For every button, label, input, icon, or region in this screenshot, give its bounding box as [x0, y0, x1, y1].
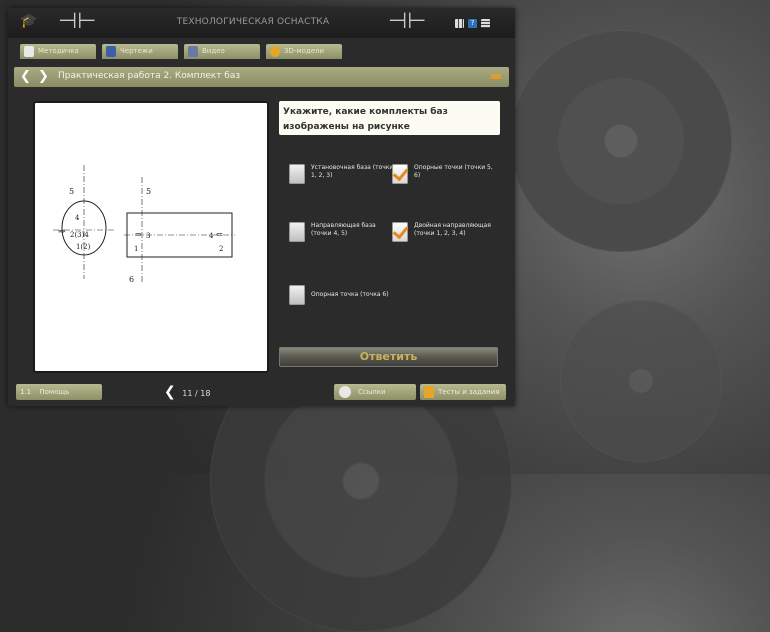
point-label: 6: [129, 275, 134, 284]
chevron-right-icon[interactable]: ❯: [38, 68, 49, 86]
tab-drawings[interactable]: Чертежи: [102, 44, 178, 59]
checkbox[interactable]: [289, 285, 305, 305]
tab-label: Чертежи: [120, 47, 153, 55]
option-label: Опорная точка (точка 6): [311, 291, 389, 298]
point-label: 2(3)4: [70, 231, 89, 239]
graduation-cap-icon[interactable]: 🎓: [20, 14, 37, 28]
tasks-button[interactable]: Тесты и задания: [420, 384, 506, 400]
point-label: 5: [146, 187, 151, 196]
point-label: 2: [219, 245, 223, 253]
point-label: 1: [134, 245, 138, 253]
drawing-panel: 5 4 2(3)4 1(2) ⇒ 5 6 3 1 4 2 ⇒ ⇐: [33, 101, 269, 373]
option-label: Опорные точки (точки 5, 6): [414, 164, 493, 179]
checkbox-checked[interactable]: [392, 222, 408, 242]
background-disc: [510, 30, 732, 252]
help-button[interactable]: 1.1 Помощь: [16, 384, 102, 400]
link-icon: [339, 386, 351, 398]
question-text: Укажите, какие комплекты баз изображены …: [279, 101, 500, 135]
links-button[interactable]: Ссылки: [334, 384, 416, 400]
option-label: Установочная база (точки 1, 2, 3): [311, 164, 394, 179]
point-label: 1(2): [76, 243, 91, 251]
header-bar: 🎓 ⊣⊢ ТЕХНОЛОГИЧЕСКАЯ ОСНАСТКА ⊣⊢ ?: [8, 8, 515, 38]
direction-mark: ⇒: [135, 230, 142, 239]
links-label: Ссылки: [358, 388, 386, 396]
tab-3d-models[interactable]: 3D-модели: [266, 44, 342, 59]
help-icon[interactable]: ?: [468, 19, 477, 28]
tab-label: 3D-модели: [284, 47, 325, 55]
book-icon: [24, 46, 34, 57]
grid-icon[interactable]: [455, 19, 464, 28]
tab-video[interactable]: Видео: [184, 44, 260, 59]
lesson-title-bar: ❮ ❯ Практическая работа 2. Комплект баз: [14, 67, 509, 87]
point-label: 4: [209, 232, 214, 240]
background-disc: [560, 300, 722, 462]
point-label: 5: [69, 187, 74, 196]
base-scheme-drawing: 5 4 2(3)4 1(2) ⇒ 5 6 3 1 4 2 ⇒ ⇐: [53, 165, 235, 284]
tasks-label: Тесты и задания: [438, 388, 500, 396]
help-label: Помощь: [39, 388, 70, 396]
page-total: 18: [200, 389, 211, 398]
page-current: 11: [182, 389, 193, 398]
direction-mark: ⇐: [216, 230, 223, 239]
tab-label: Видео: [202, 47, 225, 55]
checkbox[interactable]: [289, 164, 305, 184]
checkbox[interactable]: [289, 222, 305, 242]
option-label: Направляющая база (точки 4, 5): [311, 222, 376, 237]
answer-button[interactable]: Ответить: [279, 347, 498, 367]
pager: ❮ 11 / 18: [164, 384, 210, 400]
menu-icon[interactable]: [481, 19, 490, 28]
point-label: 3: [146, 232, 150, 240]
caliper-icon: ⊣⊢: [58, 9, 97, 34]
page-separator: /: [195, 389, 198, 398]
checkbox-checked[interactable]: [392, 164, 408, 184]
model-icon: [270, 46, 280, 57]
direction-mark: ⇒: [58, 227, 66, 237]
option-label: Двойная направляющая (точки 1, 2, 3, 4): [414, 222, 491, 237]
tab-manual[interactable]: Методичка: [20, 44, 96, 59]
lesson-title: Практическая работа 2. Комплект баз: [58, 71, 241, 81]
footer-bar: 1.1 Помощь ❮ 11 / 18 Ссылки Тесты и зада…: [14, 384, 509, 402]
caliper-icon: ⊣⊢: [388, 9, 427, 34]
film-icon: [188, 46, 198, 57]
minimize-button[interactable]: [491, 74, 501, 79]
chevron-left-icon[interactable]: ❮: [20, 68, 31, 86]
tab-bar: Методичка Чертежи Видео 3D-модели: [14, 40, 364, 59]
chevron-left-icon[interactable]: ❮: [164, 384, 176, 400]
document-icon: [106, 46, 116, 57]
app-window: 🎓 ⊣⊢ ТЕХНОЛОГИЧЕСКАЯ ОСНАСТКА ⊣⊢ ? Метод…: [8, 8, 515, 406]
app-title: ТЕХНОЛОГИЧЕСКАЯ ОСНАСТКА: [176, 17, 330, 27]
task-icon: [424, 386, 434, 398]
tab-label: Методичка: [38, 47, 79, 55]
point-label: 4: [75, 214, 80, 222]
question-panel: Укажите, какие комплекты баз изображены …: [279, 101, 500, 373]
help-number: 1.1: [20, 388, 32, 396]
